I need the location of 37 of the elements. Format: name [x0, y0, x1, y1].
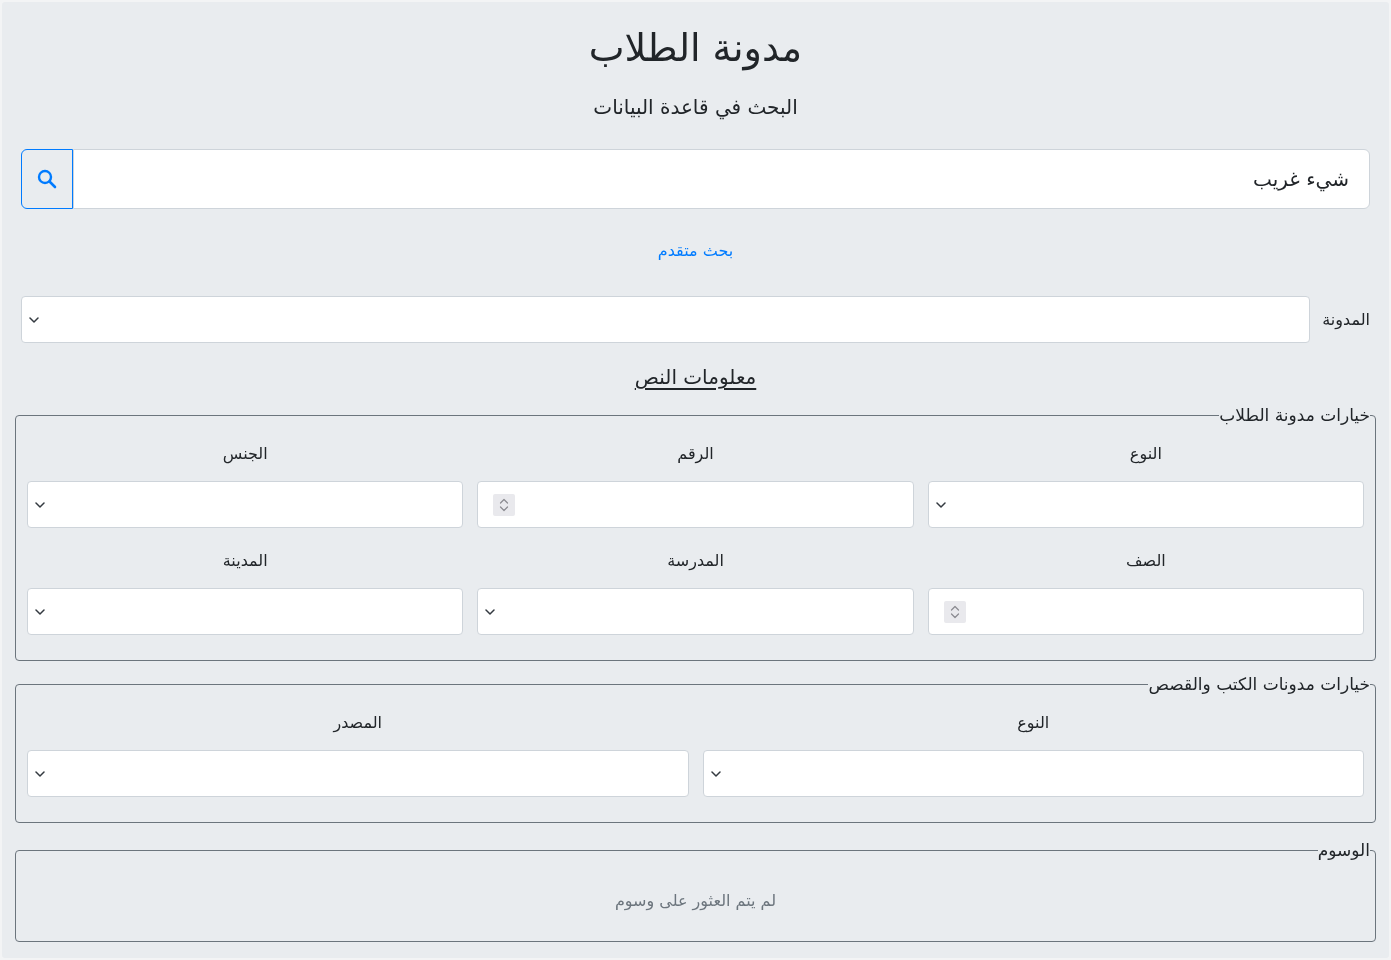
- section-heading: معلومات النص: [634, 364, 757, 391]
- panel-legend: خيارات مدونات الكتب والقصص: [1148, 672, 1370, 696]
- field-label: الرقم: [677, 443, 714, 466]
- dropdown-field[interactable]: [27, 481, 464, 528]
- dropdown-field[interactable]: [21, 296, 1311, 343]
- chevron-down-icon: [29, 316, 39, 323]
- field-label: الصف: [1125, 550, 1166, 572]
- up-down-arrows-icon[interactable]: [943, 600, 966, 623]
- dropdown-field[interactable]: [702, 750, 1364, 797]
- dropdown-field[interactable]: [27, 588, 464, 635]
- corpus-label: المدونة: [1322, 308, 1370, 332]
- up-down-arrows-icon[interactable]: [493, 493, 516, 516]
- field-label: الجنس: [222, 443, 268, 466]
- chevron-down-icon: [35, 501, 45, 508]
- chevron-down-icon: [35, 770, 45, 777]
- field-label: المصدر: [333, 712, 383, 735]
- dropdown-field[interactable]: [477, 588, 914, 635]
- dropdown-field[interactable]: [927, 481, 1364, 528]
- dropdown-field[interactable]: [27, 750, 689, 797]
- search-button[interactable]: [21, 149, 73, 209]
- panel-legend: الوسوم: [1317, 838, 1370, 862]
- page-title: مدونة الطلاب: [588, 25, 803, 73]
- empty-tags-message: لم يتم العثور على وسوم: [614, 890, 777, 913]
- search-icon: [37, 169, 57, 189]
- field-label: النوع: [1017, 712, 1050, 735]
- panel-legend: خيارات مدونة الطلاب: [1219, 403, 1370, 427]
- field-label: المدينة: [222, 550, 268, 572]
- chevron-down-icon: [935, 501, 946, 508]
- chevron-down-icon: [485, 608, 496, 615]
- number-field[interactable]: [477, 481, 914, 528]
- search-field[interactable]: شيء غريب: [73, 149, 1370, 209]
- page-subtitle: البحث في قاعدة البيانات: [593, 94, 798, 122]
- number-field[interactable]: [927, 588, 1364, 635]
- field-label: النوع: [1129, 443, 1162, 466]
- field-label: المدرسة: [667, 550, 724, 573]
- chevron-down-icon: [35, 608, 45, 615]
- chevron-down-icon: [710, 770, 721, 777]
